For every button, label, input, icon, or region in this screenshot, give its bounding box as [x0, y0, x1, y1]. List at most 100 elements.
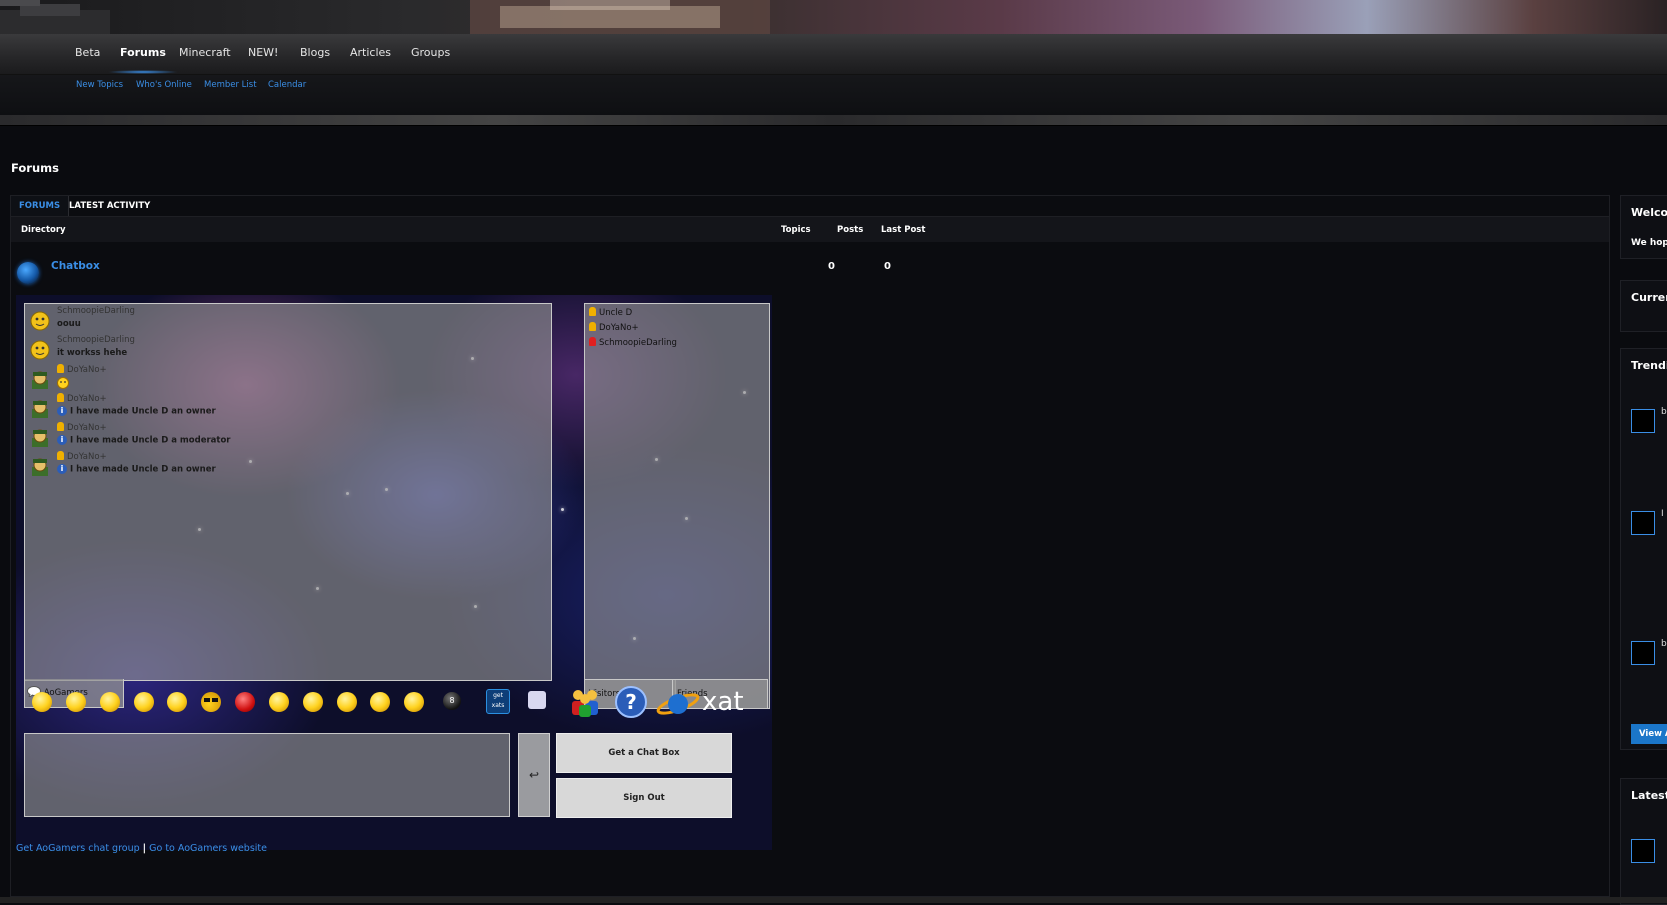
avatar[interactable]	[1631, 409, 1655, 433]
get-xats-button[interactable]: get xats	[486, 689, 510, 714]
forum-link-chatbox[interactable]: Chatbox	[51, 260, 100, 272]
chat-message-username: DoYaNo+	[67, 423, 107, 433]
trending-item-text: b	[1661, 407, 1667, 417]
info-icon: i	[57, 435, 67, 445]
smile-icon[interactable]	[167, 692, 187, 712]
chat-message-user[interactable]: DoYaNo+	[57, 451, 107, 462]
tab-latest-activity[interactable]: LATEST ACTIVITY	[61, 196, 158, 216]
big-grin-icon[interactable]	[66, 692, 86, 712]
trending-item-text: b	[1661, 639, 1667, 649]
column-topics: Topics	[781, 225, 811, 235]
chat-message-text	[57, 377, 69, 392]
shocked-icon[interactable]	[370, 692, 390, 712]
chat-user[interactable]: SchmoopieDarling	[589, 337, 677, 348]
green-soldier-avatar-icon	[32, 458, 48, 476]
chat-message-user[interactable]: DoYaNo+	[57, 422, 107, 433]
xat-planet-icon	[656, 693, 700, 715]
welcome-title: Welcome	[1631, 206, 1667, 219]
chat-widget: SchmoopieDarling oouu SchmoopieDarling i…	[16, 295, 772, 850]
subnav-calendar[interactable]: Calendar	[268, 80, 306, 90]
welcome-block: Welcome We hope	[1620, 195, 1667, 259]
yellow-smiley-avatar-icon	[30, 340, 50, 360]
chat-message-user[interactable]: SchmoopieDarling	[57, 306, 135, 316]
nav-item-articles[interactable]: Articles	[350, 46, 391, 59]
chat-message-user[interactable]: DoYaNo+	[57, 364, 107, 375]
sound-toggle-icon[interactable]	[528, 691, 546, 709]
nav-item-beta[interactable]: Beta	[75, 46, 100, 59]
nav-item-minecraft[interactable]: Minecraft	[179, 46, 231, 59]
trending-block: Trending b I b View All	[1620, 348, 1667, 750]
subnav-member-list[interactable]: Member List	[204, 80, 257, 90]
view-all-button[interactable]: View All	[1631, 724, 1667, 744]
info-icon: i	[57, 406, 67, 416]
angry-icon[interactable]	[235, 692, 255, 712]
sad-icon[interactable]	[337, 692, 357, 712]
chat-message-user[interactable]: SchmoopieDarling	[57, 335, 135, 345]
link-separator: |	[142, 843, 147, 854]
chat-user[interactable]: DoYaNo+	[589, 322, 639, 333]
chat-message-user[interactable]: DoYaNo+	[57, 393, 107, 404]
trending-title: Trending	[1631, 359, 1667, 372]
column-directory: Directory	[21, 225, 66, 235]
cool-sunglasses-icon[interactable]	[201, 692, 221, 712]
header-banner	[0, 0, 1667, 34]
svg-text:?: ?	[625, 690, 637, 714]
owner-pawn-icon	[57, 451, 64, 460]
sleepy-icon[interactable]	[404, 692, 424, 712]
owner-pawn-icon	[589, 322, 596, 331]
chat-message-text: it workss hehe	[57, 348, 128, 358]
subnav-whos-online[interactable]: Who's Online	[136, 80, 192, 90]
main-navbar: Beta Forums Minecraft NEW! Blogs Article…	[0, 34, 1667, 75]
chat-message-text: oouu	[57, 319, 81, 329]
forum-posts-count: 0	[884, 261, 891, 272]
surprised-icon[interactable]	[134, 692, 154, 712]
chat-user-name: Uncle D	[599, 308, 633, 318]
website-link[interactable]: Go to AoGamers website	[149, 843, 267, 854]
chat-group-link[interactable]: Get AoGamers chat group	[16, 843, 140, 854]
green-soldier-avatar-icon	[32, 371, 48, 389]
chat-links: Get AoGamers chat group | Go to AoGamers w…	[16, 843, 267, 854]
chat-message-text: iI have made Uncle D an owner	[57, 406, 216, 417]
guest-pawn-icon	[589, 337, 596, 346]
wink-icon[interactable]	[100, 692, 120, 712]
chat-message-input[interactable]	[24, 733, 510, 817]
chat-message-body: I have made Uncle D an owner	[70, 464, 216, 475]
chat-message-username: DoYaNo+	[67, 394, 107, 404]
smiley-icon[interactable]	[32, 692, 52, 712]
sign-out-button[interactable]: Sign Out	[556, 778, 732, 818]
nav-item-forums[interactable]: Forums	[108, 46, 178, 74]
xat-logo[interactable]: xat	[656, 687, 746, 719]
send-message-button[interactable]: ↩	[518, 733, 550, 817]
nav-item-new[interactable]: NEW!	[248, 46, 278, 59]
trending-item-text: I	[1661, 509, 1664, 519]
group-users-icon[interactable]	[568, 685, 602, 719]
forum-topics-count: 0	[828, 261, 835, 272]
chat-message-area[interactable]: SchmoopieDarling oouu SchmoopieDarling i…	[24, 303, 552, 681]
help-icon[interactable]: ?	[614, 685, 648, 719]
owner-pawn-icon	[589, 307, 596, 316]
subnav-new-topics[interactable]: New Topics	[76, 80, 123, 90]
avatar[interactable]	[1631, 511, 1655, 535]
smiley-emote-icon	[57, 377, 69, 389]
avatar[interactable]	[1631, 641, 1655, 665]
nav-item-blogs[interactable]: Blogs	[300, 46, 330, 59]
thinking-icon[interactable]	[303, 692, 323, 712]
header-divider	[0, 115, 1667, 126]
chat-user[interactable]: Uncle D	[589, 307, 632, 318]
forum-status-icon	[17, 262, 39, 284]
confused-icon[interactable]	[269, 692, 289, 712]
info-icon: i	[57, 464, 67, 474]
chat-message-username: DoYaNo+	[67, 365, 107, 375]
eight-ball-icon[interactable]: 8	[443, 692, 461, 710]
yellow-smiley-avatar-icon	[30, 311, 50, 331]
get-xats-label: get xats	[491, 692, 505, 709]
avatar[interactable]	[1631, 839, 1655, 863]
chat-message-text: iI have made Uncle D an owner	[57, 464, 216, 475]
get-chat-box-button[interactable]: Get a Chat Box	[556, 733, 732, 773]
owner-pawn-icon	[57, 364, 64, 373]
column-posts: Posts	[837, 225, 864, 235]
nav-item-groups[interactable]: Groups	[411, 46, 450, 59]
forum-column-header: Directory Topics Posts Last Post	[11, 217, 1609, 242]
chat-user-list[interactable]: Uncle D DoYaNo+ SchmoopieDarling	[584, 303, 770, 709]
green-soldier-avatar-icon	[32, 400, 48, 418]
